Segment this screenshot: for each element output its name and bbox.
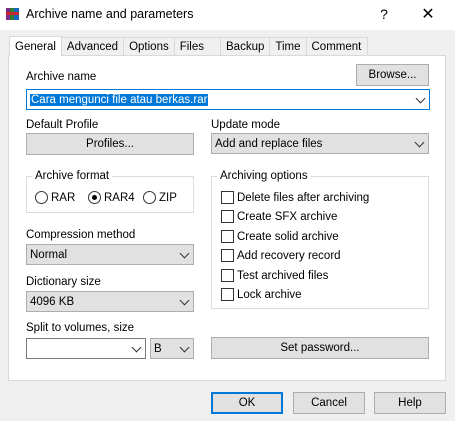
tab-options[interactable]: Options	[124, 37, 175, 56]
profiles-button[interactable]: Profiles...	[26, 133, 194, 155]
check-create-solid[interactable]: Create solid archive	[221, 230, 339, 243]
help-icon[interactable]: ?	[371, 2, 397, 26]
default-profile-label: Default Profile	[26, 119, 99, 131]
chevron-down-icon[interactable]	[179, 295, 190, 305]
check-test-archived[interactable]: Test archived files	[221, 269, 328, 282]
radio-rar4[interactable]: RAR4	[88, 191, 135, 204]
check-create-sfx[interactable]: Create SFX archive	[221, 210, 337, 223]
archive-name-value: Cara mengunci file atau berkas.rar	[30, 93, 209, 106]
checkbox-delete-files[interactable]	[221, 191, 234, 204]
radio-rar4-label: RAR4	[104, 191, 135, 204]
update-mode-value: Add and replace files	[215, 137, 323, 150]
check-recovery-record[interactable]: Add recovery record	[221, 249, 341, 262]
set-password-button[interactable]: Set password...	[211, 337, 429, 359]
archive-name-input[interactable]: Cara mengunci file atau berkas.rar	[26, 89, 430, 110]
split-unit-select[interactable]: B	[150, 338, 194, 359]
check-lock-archive[interactable]: Lock archive	[221, 288, 302, 301]
browse-button[interactable]: Browse...	[356, 64, 429, 86]
chevron-down-icon[interactable]	[414, 137, 425, 147]
checkbox-create-solid[interactable]	[221, 230, 234, 243]
tab-files[interactable]: Files	[174, 37, 221, 56]
radio-rar-label: RAR	[51, 191, 76, 204]
tab-backup[interactable]: Backup	[221, 37, 271, 56]
close-icon[interactable]: ✕	[415, 2, 441, 26]
update-mode-label: Update mode	[211, 119, 281, 131]
chevron-down-icon[interactable]	[131, 342, 142, 352]
chevron-down-icon[interactable]	[415, 93, 426, 103]
checkbox-recovery-record[interactable]	[221, 249, 234, 262]
checkbox-test-archived[interactable]	[221, 269, 234, 282]
help-button[interactable]: Help	[374, 392, 446, 414]
tab-time[interactable]: Time	[270, 37, 307, 56]
compression-method-label: Compression method	[26, 229, 136, 241]
checkbox-lock-archive[interactable]	[221, 288, 234, 301]
ok-button[interactable]: OK	[211, 392, 283, 414]
radio-rar4-indicator[interactable]	[88, 191, 101, 204]
radio-zip-indicator[interactable]	[143, 191, 156, 204]
check-test-archived-label: Test archived files	[237, 269, 329, 282]
checkbox-create-sfx[interactable]	[221, 210, 234, 223]
archiving-options-title: Archiving options	[217, 170, 311, 182]
window-title: Archive name and parameters	[26, 7, 194, 21]
archive-name-label: Archive name	[26, 71, 97, 83]
chevron-down-icon[interactable]	[179, 248, 190, 258]
tab-strip: General Advanced Options Files Backup Ti…	[9, 36, 369, 57]
radio-zip[interactable]: ZIP	[143, 191, 177, 204]
radio-zip-label: ZIP	[159, 191, 177, 204]
tab-general[interactable]: General	[9, 36, 62, 57]
winrar-app-icon	[5, 6, 21, 22]
dictionary-size-label: Dictionary size	[26, 276, 101, 288]
check-delete-files-label: Delete files after archiving	[237, 191, 370, 204]
dictionary-size-select[interactable]: 4096 KB	[26, 291, 194, 312]
check-create-solid-label: Create solid archive	[237, 230, 339, 243]
radio-rar[interactable]: RAR	[35, 191, 75, 204]
cancel-button[interactable]: Cancel	[293, 392, 365, 414]
split-volumes-label: Split to volumes, size	[26, 322, 135, 334]
check-delete-files[interactable]: Delete files after archiving	[221, 191, 369, 204]
tab-advanced[interactable]: Advanced	[61, 37, 125, 56]
compression-method-select[interactable]: Normal	[26, 244, 194, 265]
radio-rar-indicator[interactable]	[35, 191, 48, 204]
dictionary-size-value: 4096 KB	[30, 295, 75, 308]
update-mode-select[interactable]: Add and replace files	[211, 133, 429, 154]
check-recovery-record-label: Add recovery record	[237, 249, 341, 262]
archive-format-title: Archive format	[32, 170, 113, 182]
compression-method-value: Normal	[30, 248, 68, 261]
check-create-sfx-label: Create SFX archive	[237, 210, 338, 223]
split-unit-value: B	[154, 342, 162, 355]
check-lock-archive-label: Lock archive	[237, 288, 302, 301]
split-volumes-input[interactable]	[26, 338, 146, 359]
chevron-down-icon[interactable]	[179, 342, 190, 352]
tab-comment[interactable]: Comment	[306, 37, 369, 56]
